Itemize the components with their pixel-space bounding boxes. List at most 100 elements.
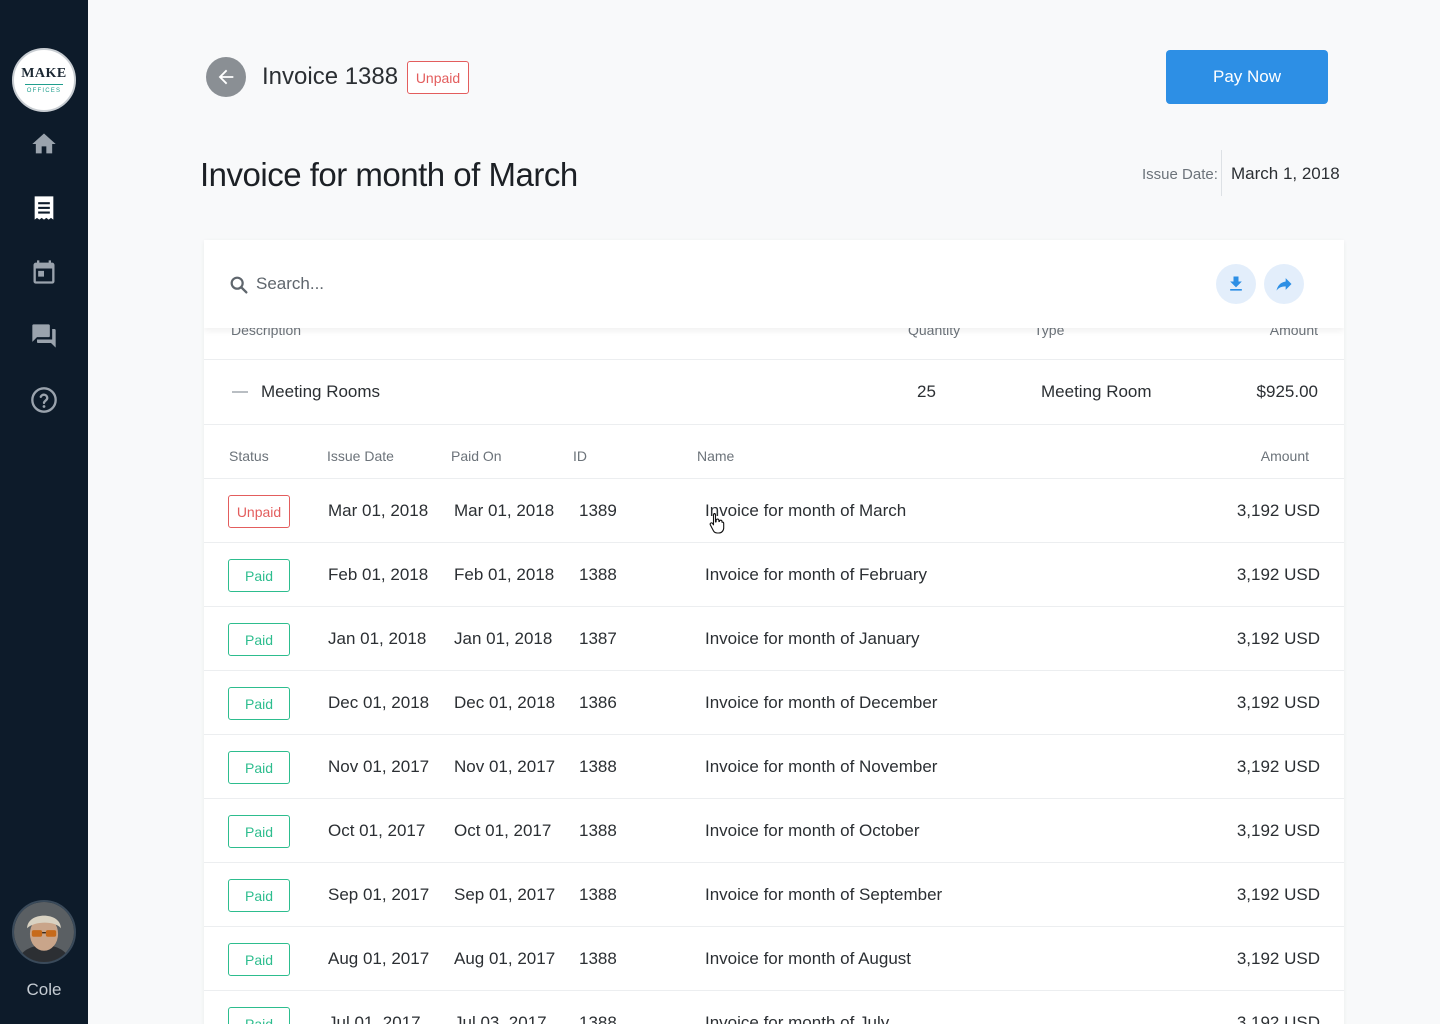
row-status-badge: Paid — [228, 1007, 290, 1024]
row-paid-on: Nov 01, 2017 — [454, 757, 556, 776]
row-issue-date: Jul 01, 2017 — [328, 1013, 421, 1024]
row-name: Invoice for month of October — [705, 821, 920, 840]
row-issue-date: Jan 01, 2018 — [328, 629, 427, 648]
row-paid-on: Dec 01, 2018 — [454, 693, 556, 712]
row-paid-on: Jul 03, 2017 — [454, 1013, 547, 1024]
table-row[interactable]: Paid Feb 01, 2018 Feb 01, 2018 1388 Invoice … — [204, 543, 1344, 607]
search-bar — [204, 240, 1344, 328]
make-offices-logo[interactable]: MAKE OFFICES — [12, 48, 76, 112]
row-issue-date: Feb 01, 2018 — [328, 565, 429, 584]
row-paid-on: Mar 01, 2018 — [454, 501, 555, 520]
row-amount: 3,192 USD — [1236, 693, 1320, 712]
nav-help-icon[interactable] — [28, 384, 60, 416]
line-item-quantity: 25 — [917, 382, 936, 401]
line-item-type: Meeting Room — [1041, 382, 1152, 401]
arrow-left-icon — [218, 69, 234, 85]
row-status-badge: Paid — [228, 751, 290, 784]
invoice-card: Description Quantity Type Amount Meeting… — [204, 240, 1344, 1024]
invoice-status-badge: Unpaid — [407, 61, 469, 94]
table-row[interactable]: Paid Oct 01, 2017 Oct 01, 2017 1388 Invoice … — [204, 799, 1344, 863]
row-status-badge: Paid — [228, 559, 290, 592]
row-name: Invoice for month of August — [705, 949, 912, 968]
col-header-paid-on: Paid On — [451, 448, 502, 464]
row-id: 1389 — [579, 501, 617, 520]
row-status-badge: Unpaid — [228, 495, 290, 528]
row-name: Invoice for month of January — [705, 629, 920, 648]
row-amount: 3,192 USD — [1236, 629, 1320, 648]
row-id: 1387 — [579, 629, 617, 648]
issue-date-label: Issue Date: — [1142, 166, 1218, 183]
row-status-badge: Paid — [228, 687, 290, 720]
nav-chat-icon[interactable] — [28, 320, 60, 352]
download-icon — [1230, 276, 1242, 291]
row-name: Invoice for month of September — [705, 885, 943, 904]
line-item-description: Meeting Rooms — [261, 382, 381, 401]
row-paid-on: Aug 01, 2017 — [454, 949, 556, 968]
row-name: Invoice for month of February — [705, 565, 928, 584]
download-button[interactable] — [1216, 264, 1256, 304]
row-issue-date: Aug 01, 2017 — [328, 949, 430, 968]
back-button[interactable] — [206, 57, 246, 97]
row-id: 1388 — [579, 949, 617, 968]
row-paid-on: Jan 01, 2018 — [454, 629, 553, 648]
nav-calendar-icon[interactable] — [28, 256, 60, 288]
table-row[interactable]: Paid Dec 01, 2018 Dec 01, 2018 1386 Invoice … — [204, 671, 1344, 735]
logo-text-offices: OFFICES — [26, 87, 62, 94]
row-amount: 3,192 USD — [1236, 565, 1320, 584]
row-paid-on: Sep 01, 2017 — [454, 885, 556, 904]
col-header-history-amount: Amount — [1260, 448, 1309, 464]
pay-now-button[interactable]: Pay Now — [1166, 50, 1328, 104]
user-name: Cole — [26, 980, 62, 999]
search-input[interactable] — [256, 270, 956, 298]
row-amount: 3,192 USD — [1236, 949, 1320, 968]
line-item-row[interactable]: Meeting Rooms 25 Meeting Room $925.00 — [204, 360, 1344, 424]
row-amount: 3,192 USD — [1236, 501, 1320, 520]
row-issue-date: Nov 01, 2017 — [328, 757, 430, 776]
hand-cursor-icon — [709, 512, 725, 534]
collapse-dash-icon[interactable] — [232, 391, 248, 393]
logo-text-make: MAKE — [21, 65, 67, 81]
table-row[interactable]: Paid Jul 01, 2017 Jul 03, 2017 1388 Invoice … — [204, 991, 1344, 1024]
row-id: 1386 — [579, 693, 617, 712]
row-paid-on: Feb 01, 2018 — [454, 565, 555, 584]
row-issue-date: Mar 01, 2018 — [328, 501, 429, 520]
col-header-issue-date: Issue Date — [327, 448, 394, 464]
row-name: Invoice for month of July — [705, 1013, 890, 1024]
table-row[interactable]: Paid Nov 01, 2017 Nov 01, 2017 1388 Invoice … — [204, 735, 1344, 799]
nav-home-icon[interactable] — [28, 128, 60, 160]
row-id: 1388 — [579, 565, 617, 584]
row-name: Invoice for month of November — [705, 757, 938, 776]
table-row[interactable]: Paid Aug 01, 2017 Aug 01, 2017 1388 Invoice … — [204, 927, 1344, 991]
share-arrow-icon — [1276, 278, 1292, 291]
line-item-amount: $925.00 — [1256, 382, 1318, 401]
row-status-badge: Paid — [228, 815, 290, 848]
row-id: 1388 — [579, 821, 617, 840]
row-issue-date: Sep 01, 2017 — [328, 885, 430, 904]
user-avatar[interactable] — [12, 900, 76, 964]
invoice-number-title: Invoice 1388 — [262, 63, 399, 90]
row-id: 1388 — [579, 885, 617, 904]
sidebar: MAKE OFFICES Cole — [0, 0, 88, 1024]
row-issue-date: Dec 01, 2018 — [328, 693, 430, 712]
share-button[interactable] — [1264, 264, 1304, 304]
row-issue-date: Oct 01, 2017 — [328, 821, 426, 840]
table-row[interactable]: Unpaid Mar 01, 2018 Mar 01, 2018 1389 Invoic… — [204, 479, 1344, 543]
table-row[interactable]: Paid Jan 01, 2018 Jan 01, 2018 1387 Invoice … — [204, 607, 1344, 671]
row-amount: 3,192 USD — [1236, 757, 1320, 776]
row-id: 1388 — [579, 757, 617, 776]
issue-date-value: March 1, 2018 — [1231, 164, 1340, 183]
row-name: Invoice for month of March — [705, 501, 907, 520]
row-status-badge: Paid — [228, 943, 290, 976]
table-row[interactable]: Paid Sep 01, 2017 Sep 01, 2017 1388 Invoice … — [204, 863, 1344, 927]
row-amount: 3,192 USD — [1236, 1013, 1320, 1024]
col-header-status: Status — [229, 448, 269, 464]
row-amount: 3,192 USD — [1236, 885, 1320, 904]
col-header-id: ID — [573, 448, 587, 464]
nav-receipt-icon[interactable] — [28, 192, 60, 224]
row-paid-on: Oct 01, 2017 — [454, 821, 552, 840]
issue-date-divider — [1221, 150, 1222, 196]
row-status-badge: Paid — [228, 879, 290, 912]
col-header-name: Name — [697, 448, 735, 464]
search-icon — [230, 276, 248, 294]
row-amount: 3,192 USD — [1236, 821, 1320, 840]
